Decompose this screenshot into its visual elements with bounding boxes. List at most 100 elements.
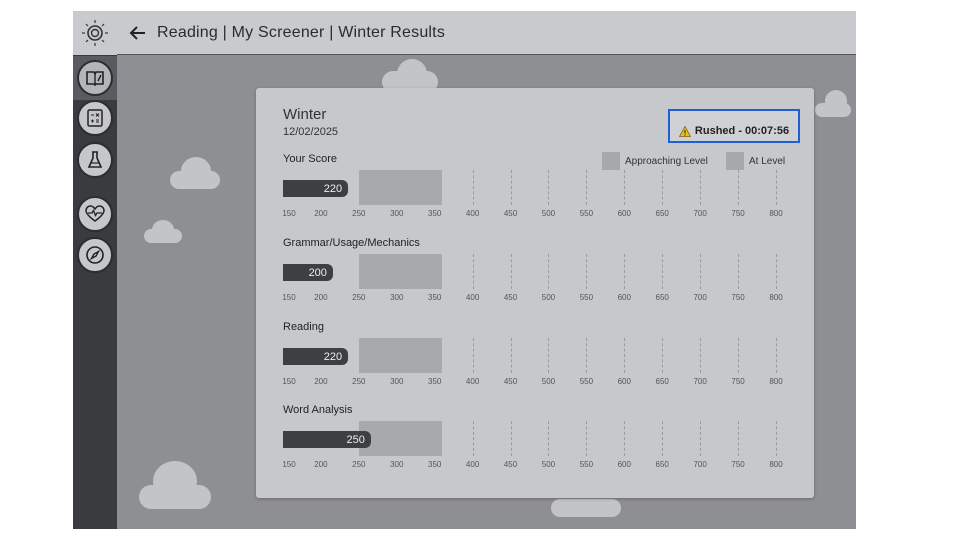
grid-tick [510, 254, 512, 289]
axis-tick-label: 700 [693, 293, 707, 302]
approaching-level-band [358, 254, 443, 289]
axis-tick-label: 450 [503, 209, 518, 218]
sidebar-item-health[interactable] [77, 196, 113, 232]
grid-tick [586, 338, 588, 373]
flask-icon [87, 151, 103, 168]
axis-tick-label: 500 [541, 460, 556, 469]
rushed-label: Rushed - 00:07:56 [694, 125, 790, 137]
axis-tick-label: 700 [693, 460, 707, 469]
axis-tick-label: 650 [655, 460, 669, 469]
axis-tick-label: 350 [428, 293, 442, 302]
grid-tick [510, 421, 512, 456]
sidebar-item-math[interactable] [77, 100, 113, 136]
axis-tick-label: 350 [428, 209, 442, 218]
season-title: Winter [283, 106, 327, 123]
axis-tick-label: 550 [579, 293, 594, 302]
axis-tick-label: 150 [282, 460, 296, 469]
axis-tick-label: 550 [579, 377, 594, 386]
axis-tick-label: 800 [769, 377, 783, 386]
grid-tick [738, 338, 740, 373]
axis-tick-label: 500 [541, 209, 556, 218]
score-bar: 220 [283, 180, 349, 197]
axis-tick-label: 300 [390, 460, 404, 469]
grid-tick [472, 170, 474, 205]
cloud-decoration [152, 220, 174, 240]
grid-tick [662, 254, 664, 289]
grid-tick [700, 338, 702, 373]
axis-tick-label: 650 [655, 377, 669, 386]
axis-tick-label: 750 [731, 209, 745, 218]
cloud-decoration [153, 461, 197, 501]
axis-tick-label: 800 [769, 460, 783, 469]
header-bar: Reading | My Screener | Winter Results [117, 11, 856, 55]
grid-tick [738, 421, 740, 456]
axis-tick-label: 200 [314, 460, 328, 469]
axis-tick-label: 450 [503, 377, 518, 386]
axis-tick-label: 350 [428, 460, 442, 469]
compass-icon [86, 246, 104, 264]
grid-tick [776, 421, 777, 456]
grid-tick [738, 254, 740, 289]
axis-tick-label: 800 [769, 293, 783, 302]
axis-tick-label: 300 [390, 377, 404, 386]
grid-tick [548, 421, 550, 456]
score-bar: 250 [283, 431, 371, 448]
app-logo[interactable] [73, 11, 117, 55]
sidebar-item-explore[interactable] [77, 237, 113, 273]
grid-tick [700, 254, 702, 289]
grid-tick [624, 170, 626, 205]
grid-tick [586, 170, 588, 205]
grid-tick [472, 338, 474, 373]
grid-tick [624, 338, 626, 373]
grid-tick [776, 338, 777, 373]
score-section: Reading 150 200 250 300 350 400 450 500 550 600 650… [256, 321, 814, 401]
axis-tick-label: 600 [617, 377, 631, 386]
section-title: Your Score [283, 153, 338, 165]
axis-tick-label: 150 [282, 377, 296, 386]
axis-tick-label: 250 [352, 209, 366, 218]
axis-tick-label: 650 [655, 209, 669, 218]
spiral-logo-icon [82, 20, 108, 46]
axis-tick-label: 600 [617, 293, 631, 302]
rushed-warning: Rushed - 00:07:56 [668, 109, 800, 143]
axis-tick-label: 250 [352, 377, 366, 386]
score-bar: 200 [283, 264, 333, 281]
axis-tick-label: 250 [352, 460, 366, 469]
axis-tick-label: 800 [769, 209, 783, 218]
sidebar [73, 11, 117, 529]
axis-tick-label: 750 [731, 460, 745, 469]
grid-tick [510, 338, 512, 373]
warning-icon [678, 126, 691, 137]
grid-tick [738, 170, 740, 205]
axis-tick-label: 400 [465, 293, 480, 302]
grid-tick [624, 421, 626, 456]
grid-tick [472, 421, 474, 456]
heartbeat-icon [85, 205, 105, 222]
book-icon [86, 71, 104, 87]
grid-tick [700, 421, 702, 456]
grid-tick [472, 254, 474, 289]
axis-tick-label: 400 [465, 460, 480, 469]
grid-tick [662, 338, 664, 373]
axis-tick-label: 600 [617, 460, 631, 469]
approaching-level-band [358, 338, 443, 373]
sidebar-item-reading[interactable] [77, 60, 113, 96]
section-title: Reading [283, 321, 324, 333]
grid-tick [624, 254, 626, 289]
axis-tick-label: 550 [579, 460, 594, 469]
grid-tick [586, 254, 588, 289]
score-section: Your Score 150 200 250 300 350 400 450 500 550 600… [256, 153, 814, 233]
approaching-level-band [358, 170, 443, 205]
grid-tick [662, 170, 664, 205]
axis-tick-label: 150 [282, 209, 296, 218]
axis-tick-label: 700 [693, 209, 707, 218]
section-title: Word Analysis [283, 404, 353, 416]
axis-tick-label: 650 [655, 293, 669, 302]
results-card: Winter 12/02/2025 Rushed - 00:07:56 Appr… [256, 88, 814, 498]
grid-tick [548, 338, 550, 373]
page-title: Reading | My Screener | Winter Results [157, 23, 446, 41]
grid-tick [548, 170, 550, 205]
axis-tick-label: 500 [541, 293, 556, 302]
back-button[interactable] [127, 22, 149, 44]
sidebar-item-science[interactable] [77, 142, 113, 178]
